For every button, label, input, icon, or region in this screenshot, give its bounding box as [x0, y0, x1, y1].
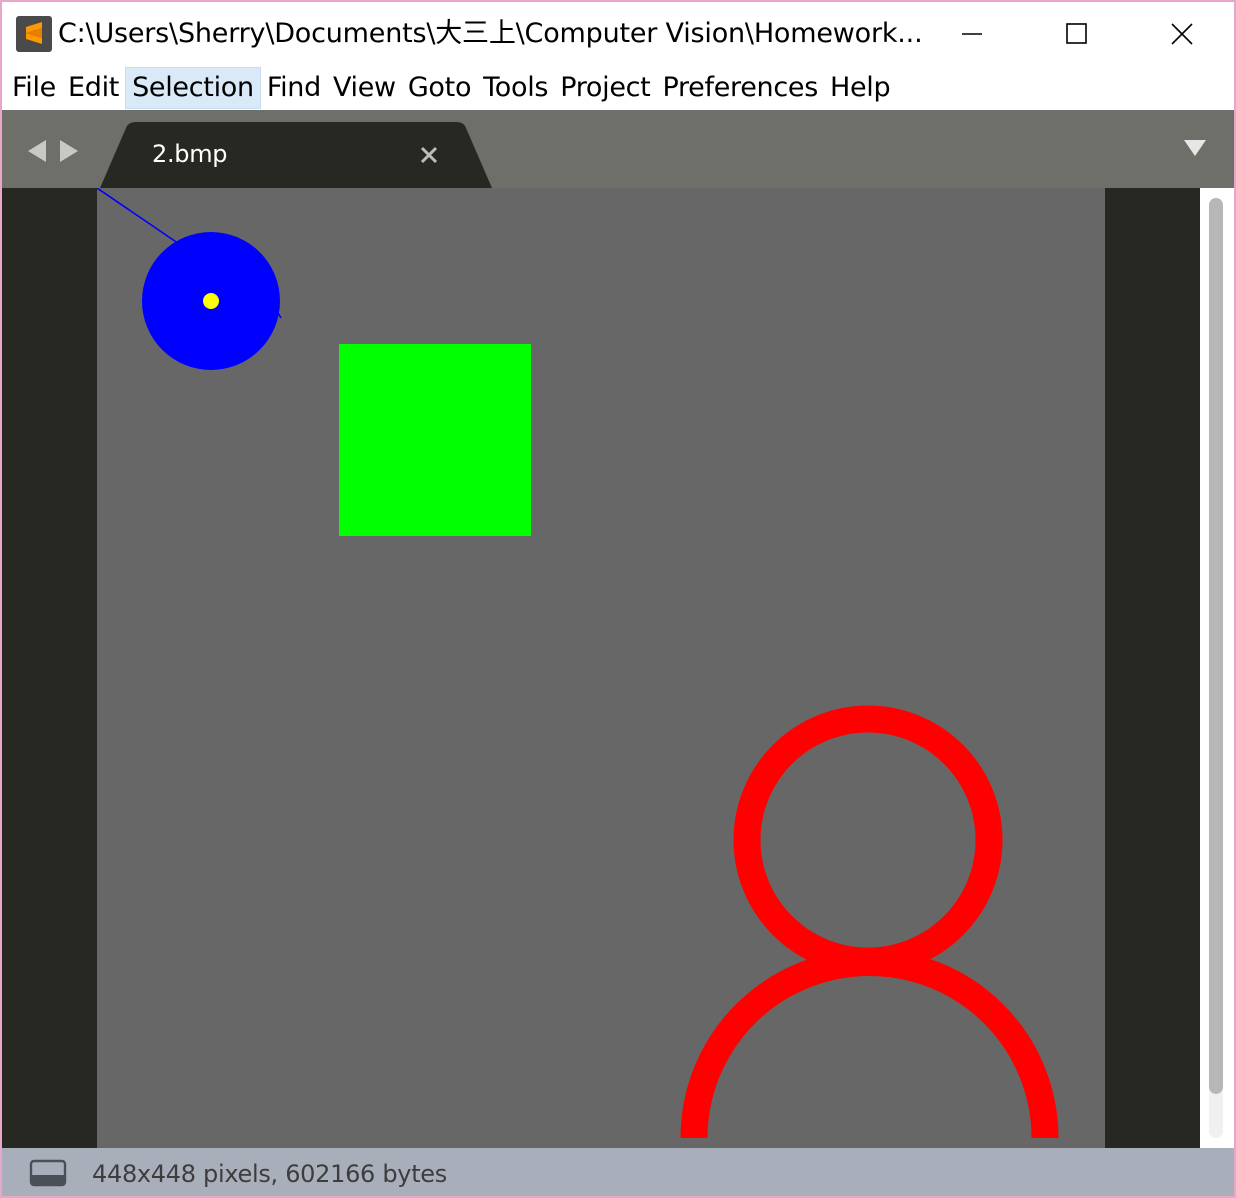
arrow-left-icon [28, 140, 46, 162]
tab-label: 2.bmp [152, 140, 228, 168]
tab-list-button[interactable] [1182, 138, 1208, 158]
menu-preferences[interactable]: Preferences [656, 67, 824, 109]
menu-help[interactable]: Help [824, 67, 896, 109]
tab-close-button[interactable] [418, 144, 440, 166]
bmp-image [97, 188, 1059, 1139]
minimize-icon [962, 33, 982, 35]
menu-bar: File Edit Selection Find View Goto Tools… [2, 66, 1234, 110]
menu-selection[interactable]: Selection [125, 67, 261, 109]
tab-bar: 2.bmp [2, 110, 1234, 188]
blue-line [97, 188, 186, 249]
tab-close-icon [420, 146, 438, 164]
forward-button[interactable] [58, 138, 80, 164]
tab-2-bmp[interactable]: 2.bmp [100, 122, 496, 188]
editor-area [2, 188, 1234, 1148]
yellow-dot [203, 293, 219, 309]
sublime-text-icon [16, 16, 52, 52]
title-bar[interactable]: C:\Users\Sherry\Documents\大三上\Computer V… [2, 2, 1234, 66]
chevron-down-icon [1184, 140, 1206, 156]
red-head-ring [733, 705, 1003, 975]
close-icon [1171, 23, 1193, 45]
scroll-thumb[interactable] [1209, 198, 1223, 1094]
panel-icon [29, 1159, 67, 1187]
status-text: 448x448 pixels, 602166 bytes [92, 1160, 447, 1188]
menu-find[interactable]: Find [261, 67, 327, 109]
menu-file[interactable]: File [6, 67, 62, 109]
panel-toggle-button[interactable] [28, 1158, 68, 1188]
image-preview[interactable] [97, 188, 1105, 1148]
window-title: C:\Users\Sherry\Documents\大三上\Computer V… [58, 18, 923, 49]
red-body-arc [680, 949, 1059, 1139]
close-button[interactable] [1142, 8, 1222, 60]
menu-goto[interactable]: Goto [402, 67, 477, 109]
menu-project[interactable]: Project [554, 67, 656, 109]
menu-view[interactable]: View [327, 67, 402, 109]
green-square [339, 344, 531, 536]
maximize-icon [1066, 23, 1087, 44]
back-button[interactable] [26, 138, 48, 164]
menu-tools[interactable]: Tools [477, 67, 554, 109]
maximize-button[interactable] [1037, 8, 1117, 60]
app-window: C:\Users\Sherry\Documents\大三上\Computer V… [0, 0, 1236, 1198]
menu-edit[interactable]: Edit [62, 67, 125, 109]
status-bar: 448x448 pixels, 602166 bytes [2, 1148, 1234, 1196]
arrow-right-icon [60, 140, 78, 162]
minimize-button[interactable] [932, 8, 1012, 60]
vertical-scrollbar[interactable] [1200, 188, 1234, 1148]
